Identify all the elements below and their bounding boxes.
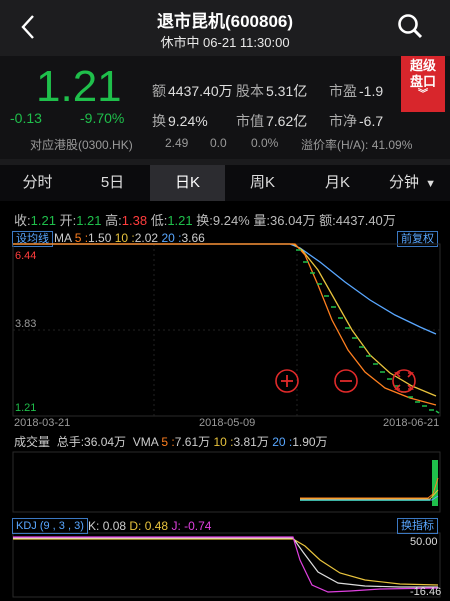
- y-axis-mid: 3.83: [15, 318, 37, 330]
- vma5-line: [300, 477, 439, 499]
- kdj-y-top: 50.00: [410, 536, 438, 548]
- kdj-params-button[interactable]: KDJ (9 , 3 , 3): [12, 518, 88, 534]
- kdj-k-line: [13, 537, 438, 588]
- x-axis-date-end: 2018-06-21: [383, 417, 440, 429]
- ma10-line: [13, 243, 437, 397]
- kdj-frame: [12, 532, 441, 598]
- x-axis-date-start: 2018-03-21: [14, 417, 71, 429]
- kdj-legend: K: 0.08 D: 0.48 J: -0.74: [88, 519, 212, 533]
- x-axis-date-mid: 2018-05-09: [199, 417, 256, 429]
- volume-legend: 成交量 总手:36.04万 VMA 5 :7.61万 10 :3.81万 20 …: [14, 435, 328, 449]
- zoom-in-button[interactable]: [275, 369, 299, 393]
- volume-frame: [12, 451, 441, 513]
- ma20-line: [13, 243, 437, 335]
- switch-indicator-button[interactable]: 换指标: [397, 518, 438, 534]
- kdj-y-bottom: -16.46: [410, 586, 442, 598]
- kline-frame: [12, 243, 441, 417]
- zoom-out-button[interactable]: [334, 369, 358, 393]
- kdj-j-line: [13, 536, 439, 593]
- kdj-d-line: [13, 538, 439, 586]
- chart-canvas: [12, 243, 441, 598]
- y-axis-top: 6.44: [15, 250, 37, 262]
- ma5-line: [13, 243, 437, 406]
- y-axis-low: 1.21: [15, 402, 37, 414]
